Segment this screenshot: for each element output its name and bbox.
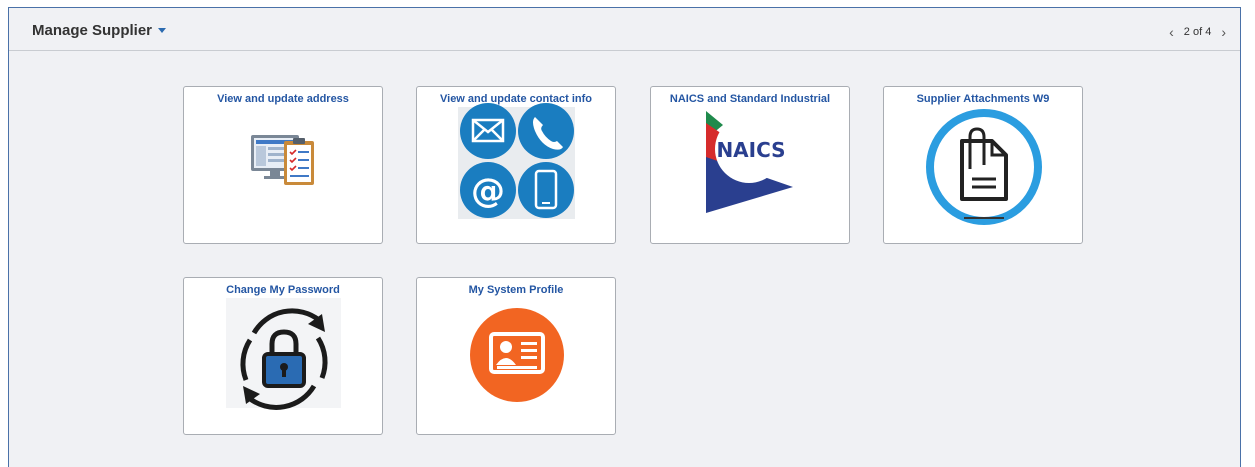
tile-title: My System Profile bbox=[468, 284, 564, 296]
pager: ‹ 2 of 4 › bbox=[1169, 25, 1226, 39]
manage-supplier-panel: Manage Supplier ‹ 2 of 4 › View and upda… bbox=[8, 7, 1241, 467]
profile-card-icon bbox=[470, 308, 564, 402]
tile-title: Supplier Attachments W9 bbox=[916, 93, 1050, 105]
page-title[interactable]: Manage Supplier bbox=[32, 22, 167, 39]
tile-view-update-contact-info[interactable]: @ View and update contact info bbox=[416, 86, 616, 244]
address-form-icon bbox=[251, 135, 314, 185]
contact-methods-icon: @ bbox=[458, 103, 575, 219]
tile-view-update-address[interactable]: View and update address bbox=[183, 86, 383, 244]
tile-naics[interactable]: NAICS NAICS and Standard Industrial bbox=[650, 86, 850, 244]
password-lock-icon bbox=[226, 298, 341, 410]
naics-logo-text: NAICS bbox=[716, 138, 785, 162]
tile-change-my-password[interactable]: Change My Password bbox=[183, 277, 383, 435]
panel-header: Manage Supplier ‹ 2 of 4 › bbox=[9, 8, 1240, 51]
tile-title: NAICS and Standard Industrial bbox=[669, 93, 831, 105]
tile-my-system-profile[interactable]: My System Profile bbox=[416, 277, 616, 435]
page-title-label: Manage Supplier bbox=[32, 22, 153, 39]
attachment-document-icon bbox=[926, 109, 1042, 225]
tile-title: View and update address bbox=[217, 93, 349, 105]
tile-title: Change My Password bbox=[226, 284, 340, 296]
naics-logo: NAICS bbox=[706, 111, 793, 213]
svg-text:@: @ bbox=[471, 171, 505, 211]
pager-text: 2 of 4 bbox=[1183, 26, 1212, 38]
tile-supplier-attachments-w9[interactable]: Supplier Attachments W9 bbox=[883, 86, 1083, 244]
chevron-left-icon[interactable]: ‹ bbox=[1169, 25, 1174, 39]
caret-down-icon[interactable] bbox=[158, 28, 167, 33]
chevron-right-icon[interactable]: › bbox=[1221, 25, 1226, 39]
tile-title: View and update contact info bbox=[440, 93, 592, 105]
